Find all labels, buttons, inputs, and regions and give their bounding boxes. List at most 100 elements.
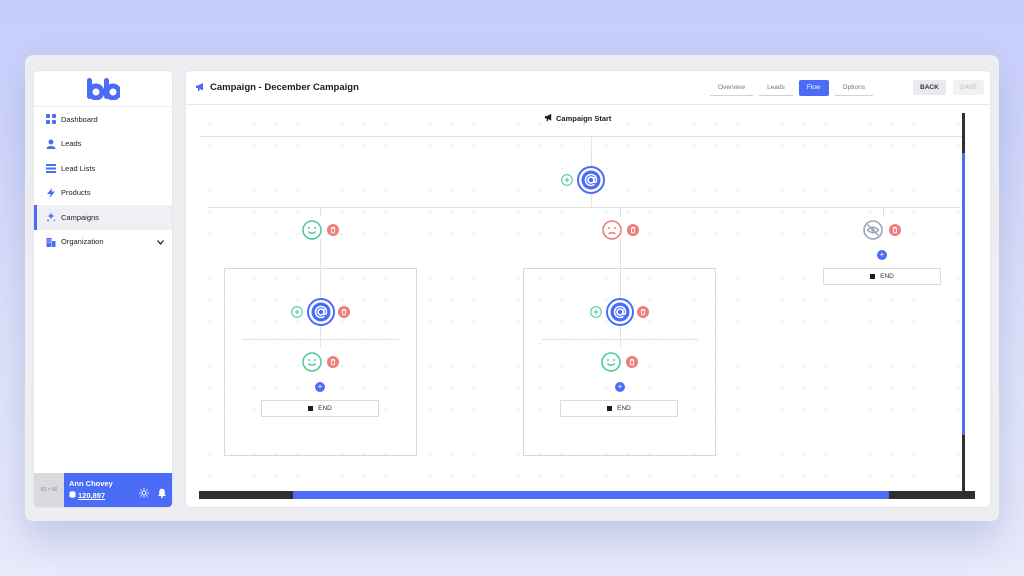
delete-node-button[interactable] [626,356,638,368]
logo[interactable] [34,71,172,107]
delete-node-button[interactable] [327,224,339,236]
sun-icon[interactable] [139,485,149,503]
end-label: END [318,405,332,412]
flow-canvas[interactable]: Campaign Start + END + END + END [199,113,976,501]
megaphone-icon [195,79,205,97]
delete-node-button[interactable] [637,306,649,318]
add-step-button[interactable]: + [877,250,887,260]
sidebar-item-label: Products [61,188,91,198]
end-label: END [880,273,894,280]
trash-icon [637,306,649,318]
positive-condition-node[interactable] [601,352,621,372]
tab-leads[interactable]: Leads [759,80,793,96]
vertical-scrollbar-thumb[interactable] [962,153,965,435]
flow-connector [320,326,321,348]
sidebar-item-dashboard[interactable]: Dashboard [34,107,172,132]
list-icon [45,163,56,174]
sidebar-item-label: Dashboard [61,114,98,124]
delete-node-button[interactable] [889,224,901,236]
add-node-button[interactable] [561,174,573,186]
campaign-start-text: Campaign Start [556,114,612,123]
email-action-node[interactable] [307,298,335,326]
trash-icon [338,306,350,318]
flow-connector [620,238,621,270]
sidebar-item-products[interactable]: Products [34,181,172,206]
delete-node-button[interactable] [327,356,339,368]
positive-condition-node[interactable] [302,352,322,372]
sidebar-item-organization[interactable]: Organization [34,230,172,255]
negative-condition-node[interactable] [602,220,622,240]
user-icon [45,138,56,149]
plus-icon: + [317,382,323,391]
email-action-node[interactable] [577,166,605,194]
not-opened-condition-node[interactable] [863,220,883,240]
flow-connector [320,238,321,270]
lightning-icon [45,187,56,198]
add-node-button[interactable] [590,306,602,318]
trash-icon [626,356,638,368]
bell-icon[interactable] [157,485,167,503]
plus-circle-icon [590,306,602,318]
trash-icon [889,224,901,236]
tab-flow[interactable]: Flow [798,80,829,96]
tab-overview[interactable]: Overview [710,80,754,96]
flow-connector [591,194,592,207]
at-sign-icon [307,298,335,326]
campaign-start-label: Campaign Start [544,113,611,124]
page-title: Campaign - December Campaign [210,82,359,93]
stop-icon [870,274,876,279]
flow-connector [883,207,884,217]
sidebar-item-label: Organization [61,237,104,247]
page-header: Campaign - December Campaign Overview Le… [186,71,990,105]
building-icon [45,236,56,247]
stop-icon [607,406,613,411]
delete-node-button[interactable] [627,224,639,236]
sidebar-item-lead-lists[interactable]: Lead Lists [34,156,172,181]
smile-icon [302,352,322,372]
user-panel: 60 × 60 Ann Chovey 120,897 [34,473,172,507]
end-node[interactable]: END [261,400,379,417]
credits-value: 120,897 [78,491,106,500]
trash-icon [627,224,639,236]
save-button[interactable]: SAVE [953,80,985,95]
horizontal-scrollbar-thumb[interactable] [293,491,889,499]
add-node-button[interactable] [291,306,303,318]
end-node[interactable]: END [560,400,678,417]
sparkle-icon [45,212,56,223]
end-label: END [617,405,631,412]
add-step-button[interactable]: + [615,382,625,392]
sidebar-item-label: Campaigns [61,212,99,222]
at-sign-icon [606,298,634,326]
back-button[interactable]: BACK [913,80,946,95]
sidebar-item-label: Leads [61,139,82,149]
sidebar-item-label: Lead Lists [61,163,96,173]
avatar[interactable]: 60 × 60 [34,473,64,507]
main-panel: Campaign - December Campaign Overview Le… [185,70,991,508]
sidebar-item-campaigns[interactable]: Campaigns [34,205,172,230]
plus-circle-icon [291,306,303,318]
grid-icon [45,114,56,125]
plus-icon: + [617,382,623,391]
tab-options[interactable]: Options [834,80,873,96]
trash-icon [327,224,339,236]
delete-node-button[interactable] [338,306,350,318]
logo-icon [87,77,120,100]
chevron-down-icon[interactable] [157,238,164,247]
tab-bar: Overview Leads Flow Options [710,80,873,96]
flow-connector [620,326,621,348]
eye-off-icon [863,220,883,240]
add-step-button[interactable]: + [315,382,325,392]
stop-icon [308,406,314,411]
at-sign-icon [577,166,605,194]
positive-condition-node[interactable] [302,220,322,240]
sidebar-item-leads[interactable]: Leads [34,132,172,157]
database-icon [69,491,76,500]
smile-icon [601,352,621,372]
flow-connector [620,207,621,217]
email-action-node[interactable] [606,298,634,326]
plus-icon: + [879,250,885,259]
plus-circle-icon [561,174,573,186]
end-node[interactable]: END [823,268,941,285]
flow-connector [320,207,321,217]
flow-connector [199,136,962,137]
